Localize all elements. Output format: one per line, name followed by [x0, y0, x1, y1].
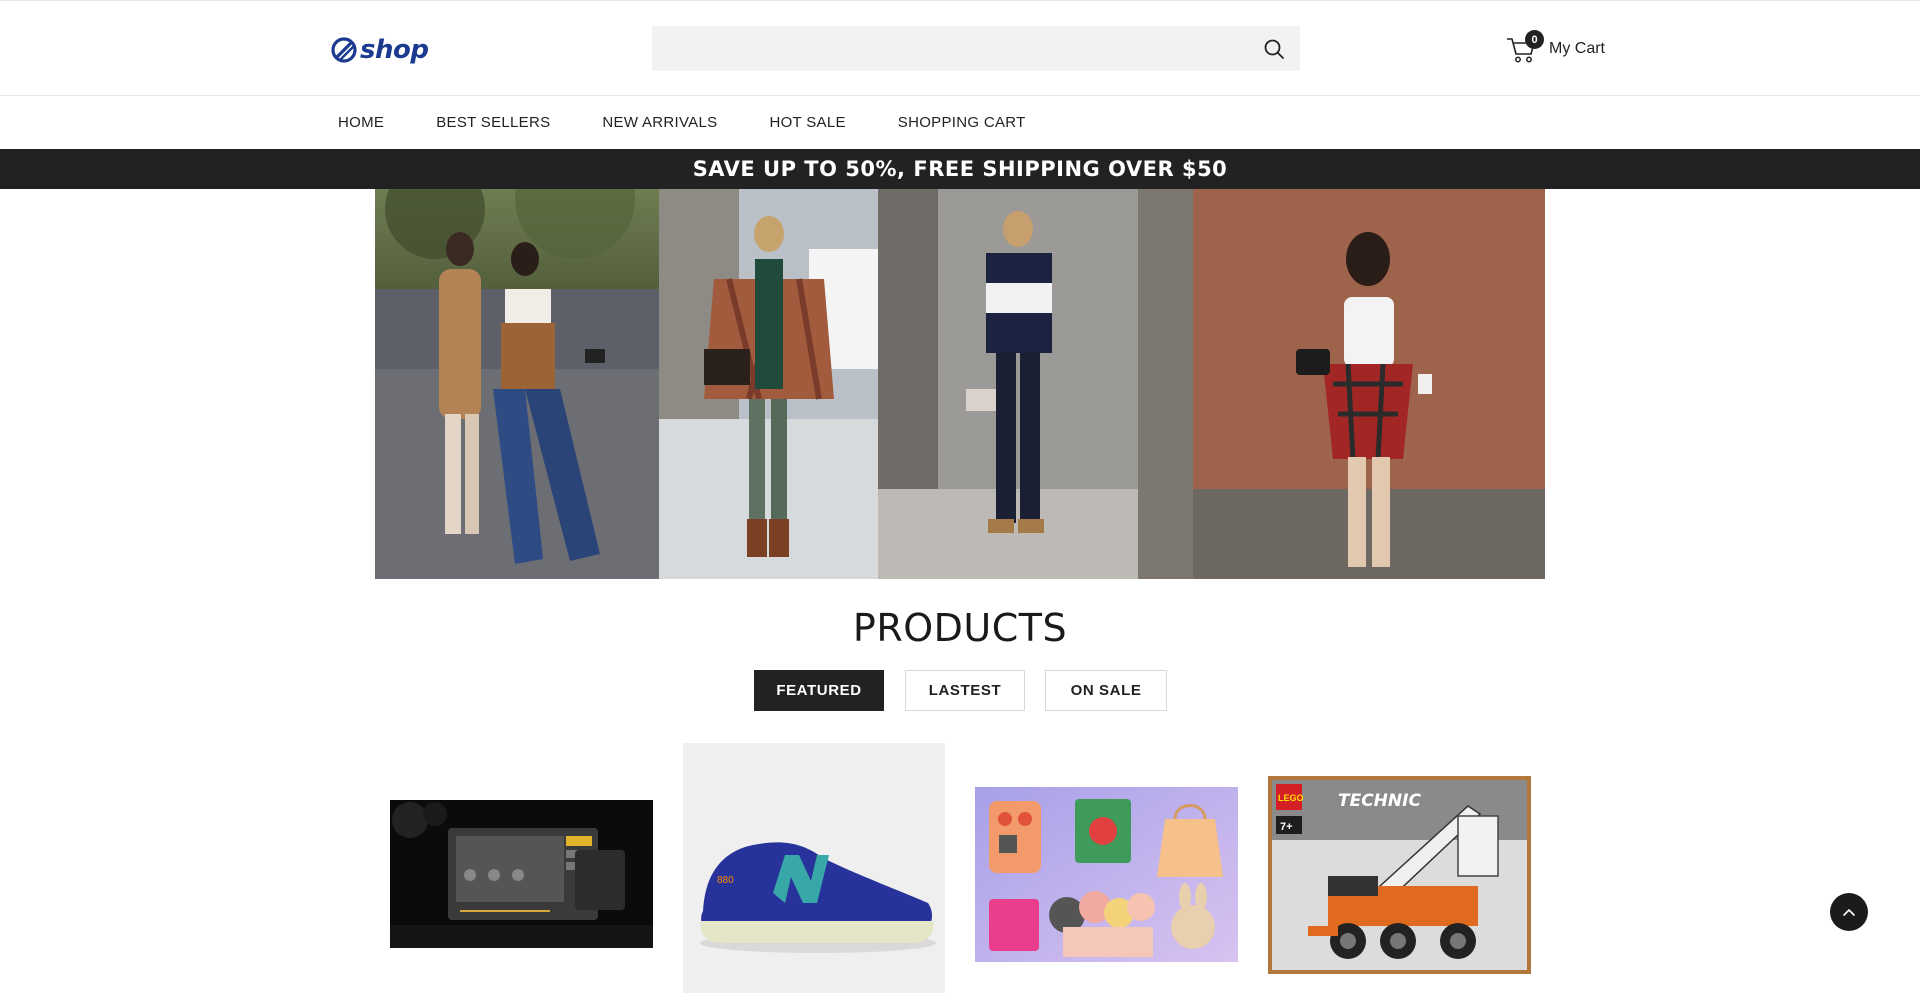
nav-item-new-arrivals[interactable]: NEW ARRIVALS	[602, 114, 717, 131]
cart-label: My Cart	[1549, 40, 1605, 57]
nav-item-best-sellers[interactable]: BEST SELLERS	[436, 114, 550, 131]
nav-item-home[interactable]: HOME	[338, 114, 384, 131]
lego-brand-text: LEGO	[1278, 793, 1304, 803]
product-image	[975, 787, 1238, 962]
shoe-size-label: 880	[717, 875, 734, 886]
hero-image-striped-tee	[878, 189, 1138, 579]
site-header: shop 0 My Cart	[0, 1, 1920, 96]
tab-featured[interactable]: FEATURED	[754, 670, 884, 711]
product-tabs: FEATURED LASTEST ON SALE	[754, 670, 1167, 711]
promo-text: SAVE UP TO 50%, FREE SHIPPING OVER $50	[692, 157, 1228, 181]
search-input[interactable]	[652, 26, 1242, 71]
search-icon[interactable]	[1262, 37, 1286, 61]
main-nav: HOME BEST SELLERS NEW ARRIVALS HOT SALE …	[0, 96, 1920, 149]
cart-count-badge: 0	[1525, 30, 1544, 49]
products-heading: PRODUCTS	[852, 606, 1068, 650]
product-image: 880	[683, 743, 945, 993]
hero-image-brick-wall	[1138, 189, 1545, 579]
product-image: LEGO TECHNIC 7+	[1268, 776, 1531, 974]
hero-banner[interactable]	[375, 189, 1545, 579]
promo-banner[interactable]: SAVE UP TO 50%, FREE SHIPPING OVER $50	[0, 149, 1920, 189]
hero-image-street-duo	[375, 189, 659, 579]
product-card-media-player[interactable]	[390, 800, 653, 948]
chevron-up-icon	[1843, 909, 1855, 916]
logo[interactable]: shop	[330, 33, 429, 67]
product-image	[390, 800, 653, 948]
search-bar	[652, 26, 1300, 71]
tab-lastest[interactable]: LASTEST	[905, 670, 1025, 711]
logo-text: shop	[360, 35, 429, 65]
product-card-lego-technic[interactable]: LEGO TECHNIC 7+	[1268, 776, 1531, 974]
nav-item-shopping-cart[interactable]: SHOPPING CART	[898, 114, 1026, 131]
tab-on-sale[interactable]: ON SALE	[1045, 670, 1167, 711]
product-card-toy-set[interactable]	[975, 787, 1238, 962]
product-card-running-shoe[interactable]: 880	[683, 743, 945, 993]
cart-icon-wrapper: 0	[1505, 30, 1544, 65]
cart-button[interactable]: 0 My Cart	[1505, 29, 1605, 69]
logo-icon	[331, 37, 357, 63]
nav-item-hot-sale[interactable]: HOT SALE	[769, 114, 845, 131]
lego-age-text: 7+	[1280, 821, 1293, 833]
back-to-top-button[interactable]	[1830, 893, 1868, 931]
hero-image-plaid-poncho	[659, 189, 878, 579]
lego-series-text: TECHNIC	[1338, 791, 1421, 811]
